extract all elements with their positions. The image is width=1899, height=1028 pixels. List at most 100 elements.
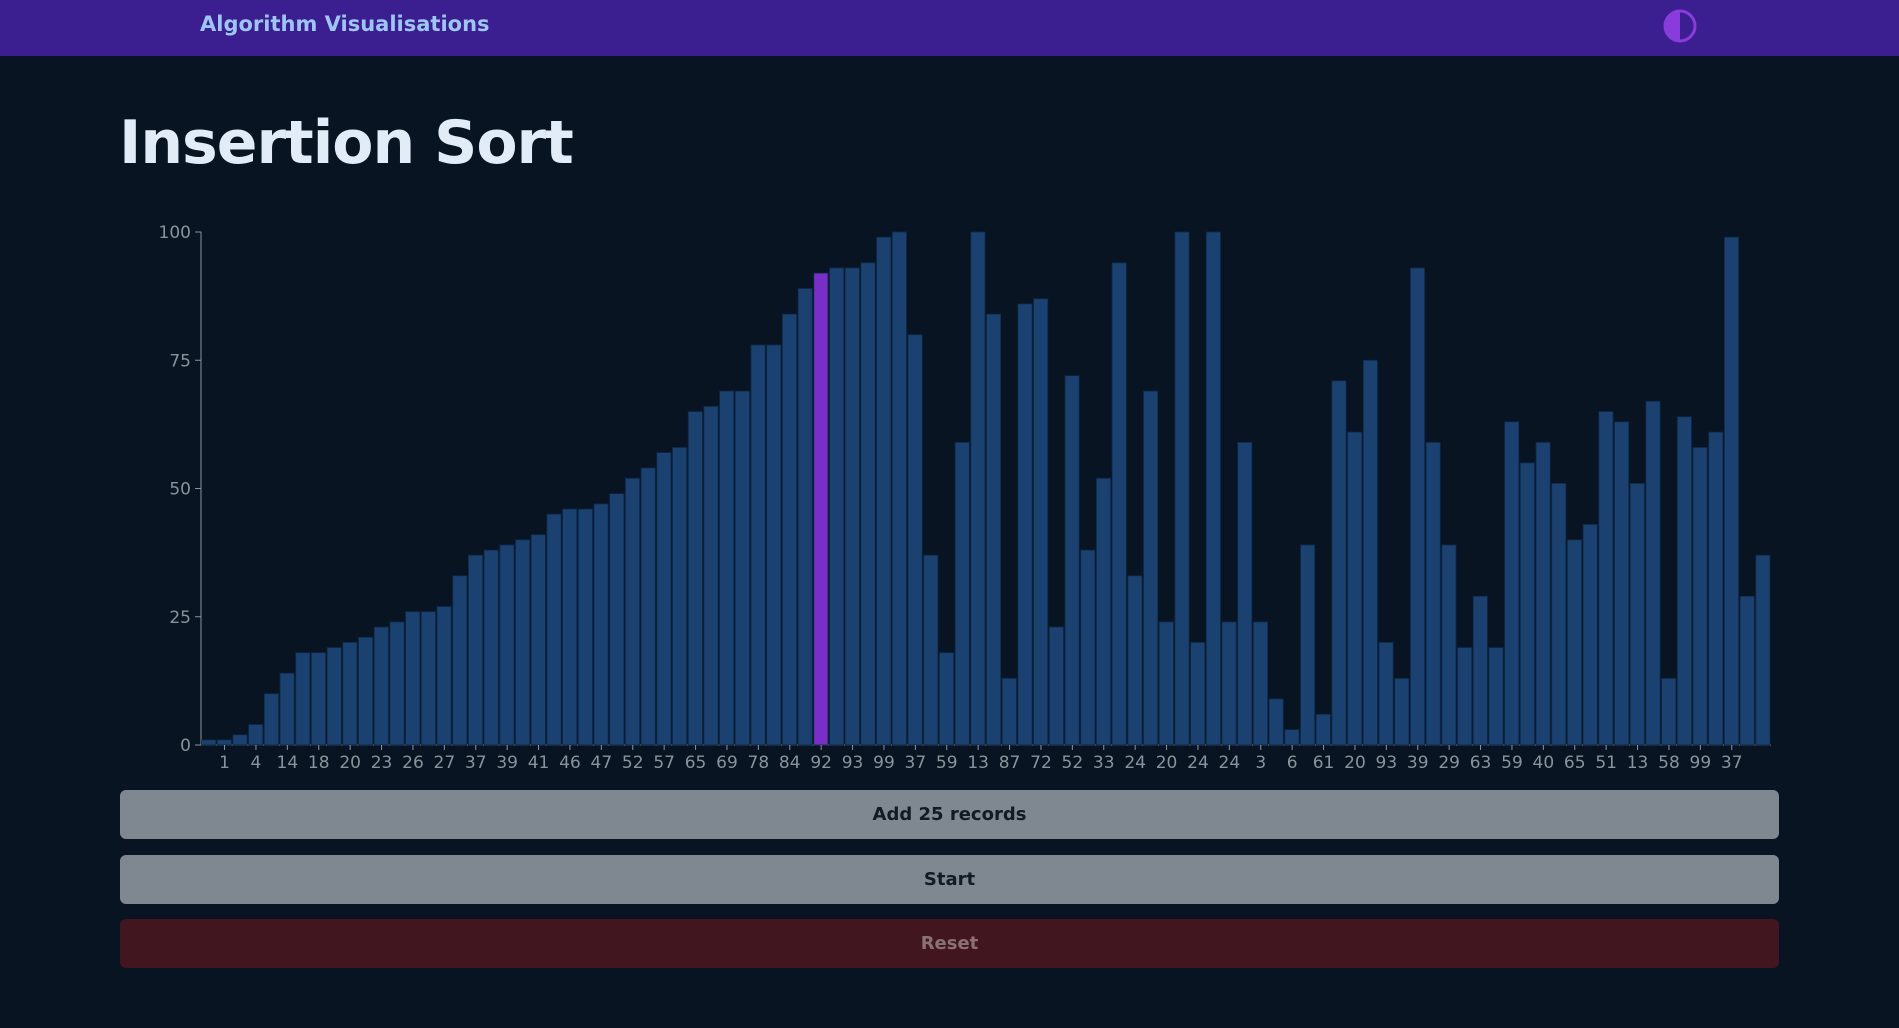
bar [1692, 447, 1708, 746]
bar [1033, 298, 1049, 746]
x-tick-label: 99 [1690, 753, 1712, 773]
bar [530, 534, 546, 746]
bar [1614, 421, 1630, 746]
bar [515, 539, 531, 746]
add-records-button[interactable]: Add 25 records [120, 790, 1779, 839]
bar [625, 477, 641, 746]
bar [373, 626, 389, 746]
x-tick-label: 52 [622, 753, 644, 773]
bar [907, 334, 923, 746]
bar [939, 652, 955, 746]
bar [577, 508, 593, 746]
bar [310, 652, 326, 746]
bar [467, 554, 483, 746]
bar [1457, 647, 1473, 746]
bar [342, 642, 358, 746]
bar [1315, 713, 1331, 746]
bar [829, 267, 845, 746]
bar-chart: 02550751001 4 14 18 20 23 26 27 37 39 41 46 47 52 57 65… [159, 223, 1771, 773]
bar [562, 508, 578, 746]
bar [1535, 441, 1551, 746]
bar [1488, 647, 1504, 746]
bar [750, 344, 766, 746]
bar [1205, 231, 1221, 746]
x-tick-label: 24 [1219, 753, 1241, 773]
bar [782, 313, 798, 746]
x-tick-label: 24 [1187, 753, 1209, 773]
bar [844, 267, 860, 746]
bar [1645, 400, 1661, 746]
bar [1676, 416, 1692, 746]
bar [1253, 621, 1269, 746]
bar [1708, 431, 1724, 746]
x-tick-label: 27 [434, 753, 456, 773]
x-tick-label: 65 [1564, 753, 1586, 773]
bar [656, 452, 672, 746]
x-tick-label: 13 [967, 753, 989, 773]
bar [1158, 621, 1174, 746]
bar [1300, 544, 1316, 746]
bar [734, 390, 750, 746]
x-tick-label: 20 [339, 753, 361, 773]
bar [1268, 698, 1284, 746]
bar [389, 621, 405, 746]
bar [279, 672, 295, 746]
x-tick-label: 65 [685, 753, 707, 773]
bar [860, 262, 876, 746]
bar [1410, 267, 1426, 746]
bar [970, 231, 986, 746]
bar [295, 652, 311, 746]
bar [1190, 642, 1206, 746]
bar [923, 554, 939, 746]
bar [1755, 554, 1771, 746]
x-tick-label: 41 [528, 753, 550, 773]
bar [986, 313, 1002, 746]
y-tick-label: 0 [180, 736, 191, 756]
x-tick-label: 18 [308, 753, 330, 773]
x-tick-label: 37 [905, 753, 927, 773]
bar [216, 739, 232, 746]
x-tick-label: 57 [653, 753, 675, 773]
start-button[interactable]: Start [120, 855, 1779, 904]
bar [640, 467, 656, 746]
y-tick-label: 25 [169, 608, 191, 628]
bar [1567, 539, 1583, 746]
bar [1472, 595, 1488, 746]
bar [1111, 262, 1127, 746]
bar [1001, 677, 1017, 746]
x-tick-label: 29 [1438, 753, 1460, 773]
x-tick-label: 26 [402, 753, 424, 773]
bar [876, 236, 892, 746]
x-tick-label: 39 [496, 753, 518, 773]
bar [672, 447, 688, 746]
bar [248, 724, 264, 746]
x-tick-label: 24 [1124, 753, 1146, 773]
bar [1362, 359, 1378, 746]
bar [1661, 677, 1677, 746]
bar [326, 647, 342, 746]
bar [1739, 595, 1755, 746]
x-tick-label: 99 [873, 753, 895, 773]
bar [1724, 236, 1740, 746]
bar [405, 611, 421, 746]
x-tick-label: 3 [1255, 753, 1266, 773]
bar [1237, 441, 1253, 746]
x-tick-label: 20 [1344, 753, 1366, 773]
bar [1347, 431, 1363, 746]
x-tick-label: 14 [277, 753, 299, 773]
x-tick-label: 52 [1062, 753, 1084, 773]
bar [483, 549, 499, 746]
bar [719, 390, 735, 746]
bar [452, 575, 468, 746]
bar [1331, 380, 1347, 746]
x-tick-label: 47 [591, 753, 613, 773]
bar [1080, 549, 1096, 746]
bar [797, 288, 813, 746]
bar [593, 503, 609, 746]
x-tick-label: 23 [371, 753, 393, 773]
bar [954, 441, 970, 746]
bar [1441, 544, 1457, 746]
reset-button[interactable]: Reset [120, 919, 1779, 968]
x-tick-label: 40 [1533, 753, 1555, 773]
bar [766, 344, 782, 746]
